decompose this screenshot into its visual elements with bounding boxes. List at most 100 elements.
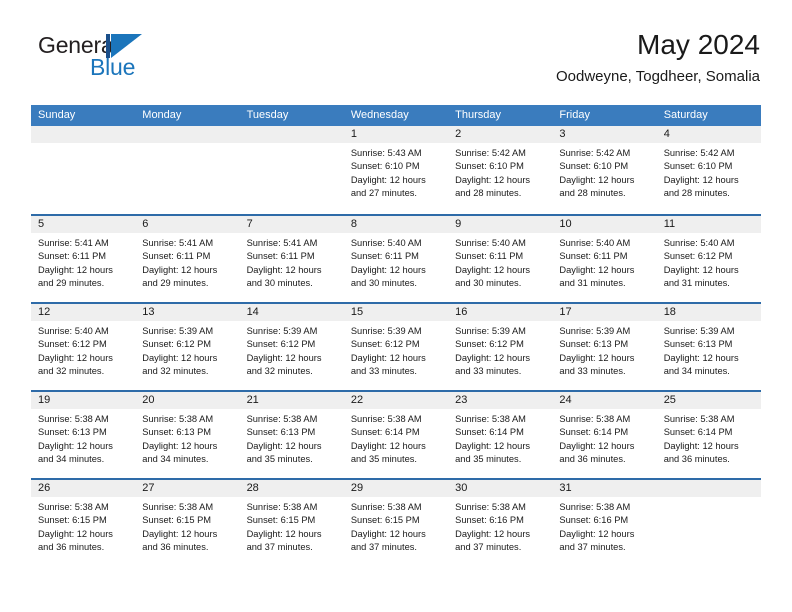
day-cell[interactable]: 11 Sunrise: 5:40 AM Sunset: 6:12 PM Dayl… [656, 216, 761, 302]
sunrise-text: Sunrise: 5:39 AM [142, 326, 214, 336]
brand-logo[interactable]: General Blue [32, 28, 282, 90]
day-cell[interactable]: 20 Sunrise: 5:38 AM Sunset: 6:13 PM Dayl… [135, 392, 240, 478]
sunrise-text: Sunrise: 5:38 AM [246, 414, 318, 424]
day-cell[interactable]: 5 Sunrise: 5:41 AM Sunset: 6:11 PM Dayli… [31, 216, 136, 302]
sunset-text: Sunset: 6:15 PM [350, 515, 420, 526]
sunset-text: Sunset: 6:16 PM [559, 515, 629, 526]
sunset-text: Sunset: 6:15 PM [142, 515, 212, 526]
daylight-text-line2: and 33 minutes. [455, 365, 522, 376]
daylight-text-line2: and 31 minutes. [559, 277, 626, 288]
day-cell[interactable]: 12 Sunrise: 5:40 AM Sunset: 6:12 PM Dayl… [31, 304, 136, 390]
daylight-text-line1: Daylight: 12 hours [38, 528, 113, 539]
day-details: Sunrise: 5:39 AM Sunset: 6:12 PM Dayligh… [240, 321, 344, 378]
day-cell[interactable]: 7 Sunrise: 5:41 AM Sunset: 6:11 PM Dayli… [239, 216, 344, 302]
sunrise-text: Sunrise: 5:38 AM [559, 414, 631, 424]
day-number [135, 126, 240, 143]
sunrise-text: Sunrise: 5:38 AM [455, 502, 526, 512]
day-cell[interactable]: 27 Sunrise: 5:38 AM Sunset: 6:15 PM Dayl… [135, 480, 240, 566]
day-number: 4 [656, 126, 761, 143]
page-title: May 2024 [637, 29, 760, 60]
day-details: Sunrise: 5:41 AM Sunset: 6:11 PM Dayligh… [31, 233, 135, 290]
day-details: Sunrise: 5:38 AM Sunset: 6:16 PM Dayligh… [552, 497, 656, 554]
day-cell[interactable]: 25 Sunrise: 5:38 AM Sunset: 6:14 PM Dayl… [656, 392, 761, 478]
daylight-text-line2: and 29 minutes. [142, 277, 209, 288]
sunrise-text: Sunrise: 5:38 AM [663, 414, 735, 424]
day-cell[interactable]: 30 Sunrise: 5:38 AM Sunset: 6:16 PM Dayl… [448, 480, 553, 566]
day-number: 19 [31, 392, 136, 409]
sunrise-text: Sunrise: 5:38 AM [246, 502, 318, 512]
weekday-header-saturday: Saturday [663, 109, 708, 121]
daylight-text-line1: Daylight: 12 hours [455, 174, 531, 185]
day-cell[interactable]: 10 Sunrise: 5:40 AM Sunset: 6:11 PM Dayl… [552, 216, 657, 302]
day-details: Sunrise: 5:38 AM Sunset: 6:13 PM Dayligh… [135, 409, 239, 466]
daylight-text-line2: and 36 minutes. [663, 453, 730, 464]
daylight-text-line1: Daylight: 12 hours [246, 264, 322, 275]
day-details: Sunrise: 5:38 AM Sunset: 6:15 PM Dayligh… [344, 497, 448, 554]
daylight-text-line2: and 32 minutes. [246, 365, 313, 376]
weekday-header-friday: Friday [559, 109, 590, 121]
day-number: 1 [343, 126, 449, 143]
day-cell[interactable]: 4 Sunrise: 5:42 AM Sunset: 6:10 PM Dayli… [656, 126, 761, 214]
day-cell[interactable]: 15 Sunrise: 5:39 AM Sunset: 6:12 PM Dayl… [343, 304, 449, 390]
daylight-text-line2: and 36 minutes. [559, 453, 626, 464]
daylight-text-line1: Daylight: 12 hours [455, 528, 531, 539]
day-cell[interactable]: 3 Sunrise: 5:42 AM Sunset: 6:10 PM Dayli… [552, 126, 657, 214]
day-cell[interactable] [656, 480, 761, 566]
day-cell[interactable]: 21 Sunrise: 5:38 AM Sunset: 6:13 PM Dayl… [239, 392, 344, 478]
day-cell[interactable]: 17 Sunrise: 5:39 AM Sunset: 6:13 PM Dayl… [552, 304, 657, 390]
day-number: 25 [656, 392, 761, 409]
day-cell[interactable]: 31 Sunrise: 5:38 AM Sunset: 6:16 PM Dayl… [552, 480, 657, 566]
day-cell[interactable]: 22 Sunrise: 5:38 AM Sunset: 6:14 PM Dayl… [343, 392, 449, 478]
daylight-text-line2: and 28 minutes. [559, 187, 626, 198]
day-details: Sunrise: 5:41 AM Sunset: 6:11 PM Dayligh… [240, 233, 344, 290]
day-number: 24 [552, 392, 657, 409]
day-cell[interactable] [31, 126, 136, 214]
sunset-text: Sunset: 6:11 PM [350, 251, 419, 262]
day-cell[interactable]: 16 Sunrise: 5:39 AM Sunset: 6:12 PM Dayl… [448, 304, 553, 390]
daylight-text-line2: and 36 minutes. [38, 541, 105, 552]
daylight-text-line2: and 37 minutes. [455, 541, 522, 552]
title-block: May 2024 Oodweyne, Togdheer, Somalia [556, 28, 760, 88]
day-details: Sunrise: 5:38 AM Sunset: 6:14 PM Dayligh… [552, 409, 656, 466]
day-cell[interactable]: 6 Sunrise: 5:41 AM Sunset: 6:11 PM Dayli… [135, 216, 240, 302]
sunset-text: Sunset: 6:10 PM [663, 161, 733, 172]
day-details: Sunrise: 5:39 AM Sunset: 6:12 PM Dayligh… [135, 321, 239, 378]
day-number: 30 [448, 480, 553, 497]
daylight-text-line1: Daylight: 12 hours [142, 528, 218, 539]
day-cell[interactable]: 29 Sunrise: 5:38 AM Sunset: 6:15 PM Dayl… [343, 480, 449, 566]
daylight-text-line2: and 31 minutes. [663, 277, 730, 288]
daylight-text-line2: and 36 minutes. [142, 541, 209, 552]
day-details: Sunrise: 5:40 AM Sunset: 6:11 PM Dayligh… [448, 233, 552, 290]
day-number: 17 [552, 304, 657, 321]
day-cell[interactable]: 1 Sunrise: 5:43 AM Sunset: 6:10 PM Dayli… [343, 126, 449, 214]
daylight-text-line2: and 28 minutes. [455, 187, 522, 198]
day-details: Sunrise: 5:39 AM Sunset: 6:13 PM Dayligh… [552, 321, 656, 378]
day-number: 12 [31, 304, 136, 321]
sunset-text: Sunset: 6:16 PM [455, 515, 524, 526]
day-cell[interactable]: 14 Sunrise: 5:39 AM Sunset: 6:12 PM Dayl… [239, 304, 344, 390]
sunset-text: Sunset: 6:12 PM [246, 339, 316, 350]
page-masthead: General Blue May 2024 Oodweyne, Togdheer… [32, 28, 760, 98]
day-cell[interactable]: 26 Sunrise: 5:38 AM Sunset: 6:15 PM Dayl… [31, 480, 136, 566]
day-cell[interactable]: 28 Sunrise: 5:38 AM Sunset: 6:15 PM Dayl… [239, 480, 344, 566]
day-number: 29 [343, 480, 449, 497]
day-cell[interactable]: 24 Sunrise: 5:38 AM Sunset: 6:14 PM Dayl… [552, 392, 657, 478]
day-cell[interactable] [135, 126, 240, 214]
daylight-text-line2: and 28 minutes. [663, 187, 730, 198]
daylight-text-line2: and 37 minutes. [559, 541, 626, 552]
day-number: 7 [239, 216, 344, 233]
weekday-header-row: Sunday Monday Tuesday Wednesday Thursday… [31, 105, 761, 126]
day-cell[interactable]: 23 Sunrise: 5:38 AM Sunset: 6:14 PM Dayl… [448, 392, 553, 478]
day-cell[interactable]: 18 Sunrise: 5:39 AM Sunset: 6:13 PM Dayl… [656, 304, 761, 390]
day-cell[interactable] [239, 126, 344, 214]
day-cell[interactable]: 19 Sunrise: 5:38 AM Sunset: 6:13 PM Dayl… [31, 392, 136, 478]
day-cell[interactable]: 13 Sunrise: 5:39 AM Sunset: 6:12 PM Dayl… [135, 304, 240, 390]
day-cell[interactable]: 8 Sunrise: 5:40 AM Sunset: 6:11 PM Dayli… [343, 216, 449, 302]
day-cell[interactable]: 9 Sunrise: 5:40 AM Sunset: 6:11 PM Dayli… [448, 216, 553, 302]
daylight-text-line2: and 30 minutes. [455, 277, 522, 288]
daylight-text-line1: Daylight: 12 hours [350, 174, 426, 185]
daylight-text-line2: and 35 minutes. [350, 453, 417, 464]
sunset-text: Sunset: 6:12 PM [38, 339, 107, 350]
day-cell[interactable]: 2 Sunrise: 5:42 AM Sunset: 6:10 PM Dayli… [448, 126, 553, 214]
sunset-text: Sunset: 6:11 PM [455, 251, 524, 262]
